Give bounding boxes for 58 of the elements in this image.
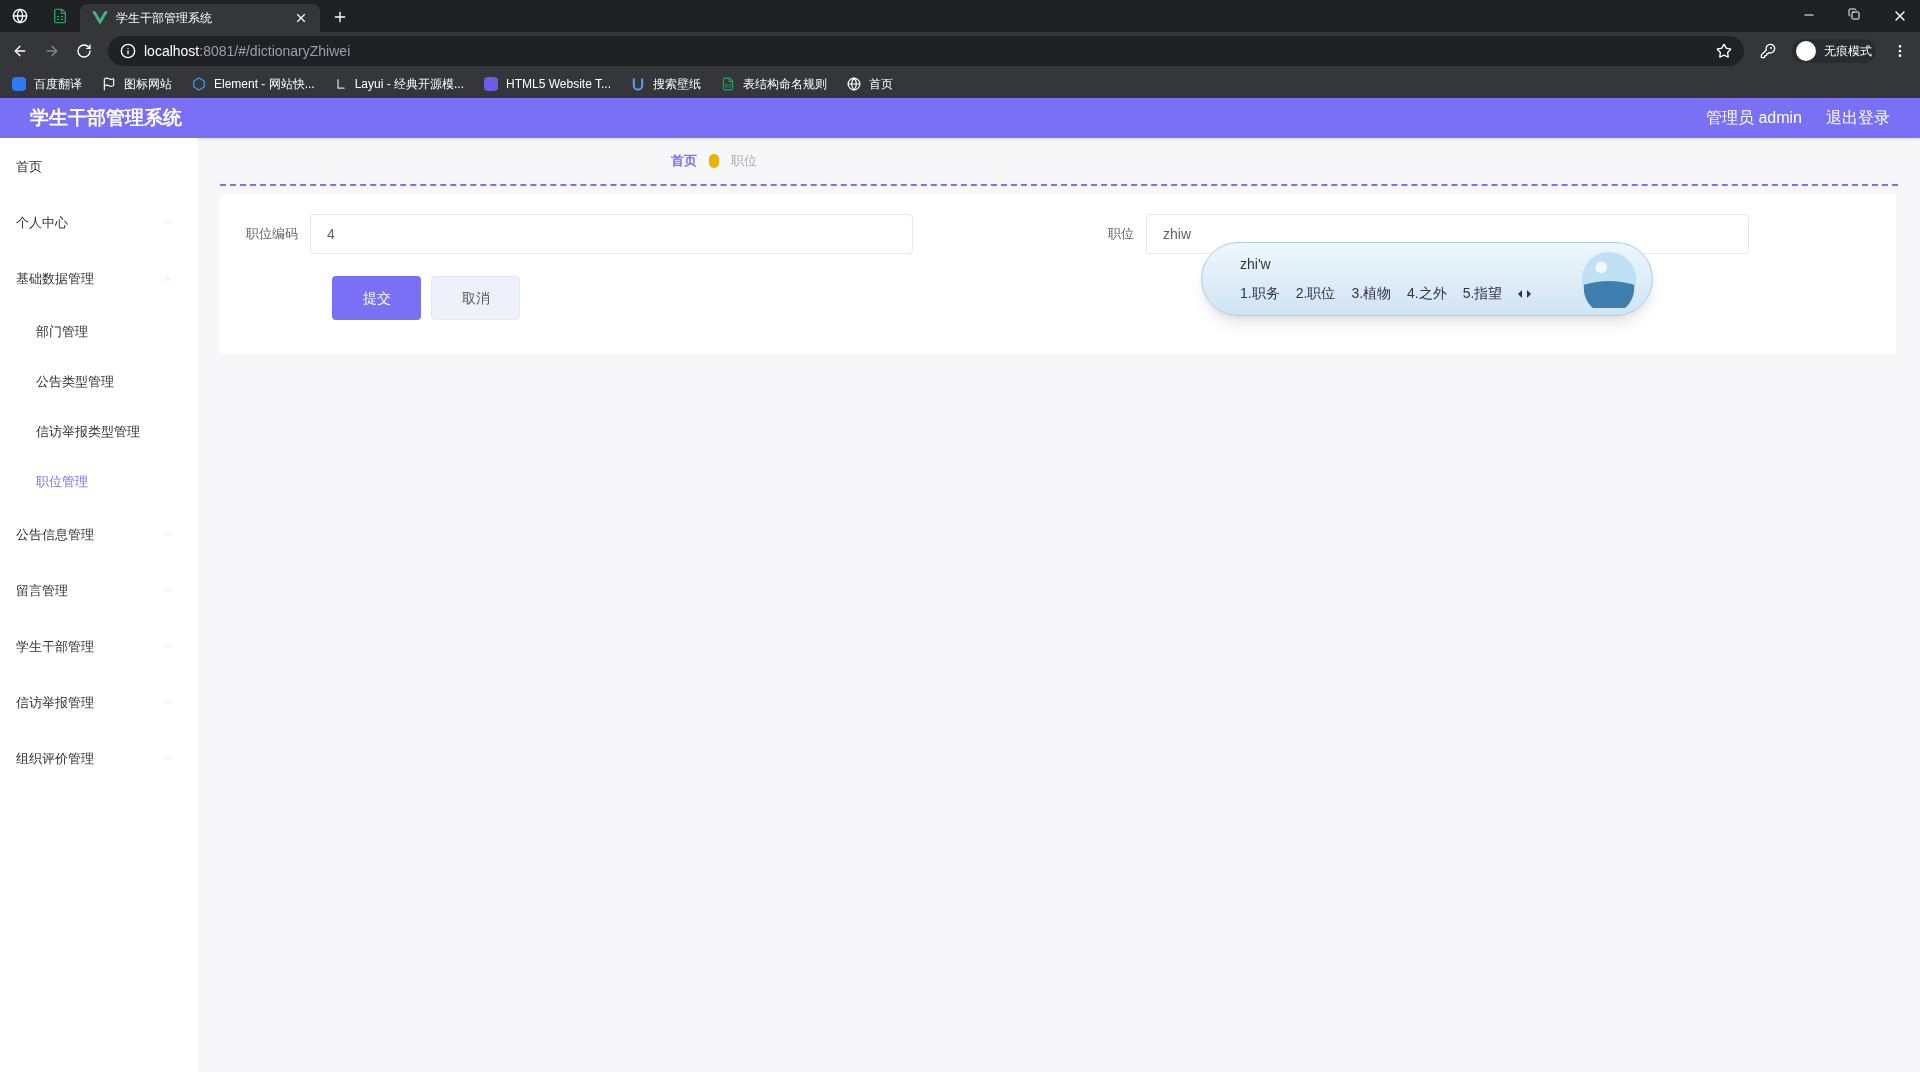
breadcrumb-item[interactable]: 首页 (671, 151, 697, 171)
flag-icon (102, 77, 116, 91)
bookmark[interactable]: Layui - 经典开源模... (334, 75, 465, 93)
sheet-icon (721, 77, 735, 91)
sheet-icon (52, 8, 68, 24)
u-shape-icon (631, 77, 645, 91)
submenu-item[interactable]: 信访举报类型管理 (0, 407, 198, 457)
restore-icon[interactable] (1848, 8, 1860, 20)
menu-item[interactable]: 个人中心 (0, 195, 198, 251)
app-title: 学生干部管理系统 (30, 105, 182, 130)
address-bar[interactable]: localhost:8081/#/dictionaryZhiwei (108, 36, 1744, 66)
bookmark[interactable]: 首页 (847, 75, 893, 93)
menu-item[interactable]: 组织评价管理 (0, 731, 198, 787)
submenu-item[interactable]: 部门管理 (0, 307, 198, 357)
menu-item[interactable]: 留言管理 (0, 563, 198, 619)
submenu-item[interactable]: 职位管理 (0, 457, 198, 507)
menu-item[interactable]: 公告信息管理 (0, 507, 198, 563)
hexagon-icon (192, 77, 206, 91)
text-field[interactable]: 4 (310, 214, 913, 254)
new-tab-icon[interactable] (332, 9, 348, 25)
menu-item[interactable]: 信访举报管理 (0, 675, 198, 731)
bookmark[interactable]: 百度翻译 (12, 75, 82, 93)
url-text: localhost:8081/#/dictionaryZhiwei (144, 41, 352, 61)
profile-chip[interactable]: 无痕模式 (1792, 39, 1876, 63)
ime-candidate[interactable]: 3.植物 (1351, 283, 1392, 304)
back-icon[interactable] (12, 43, 28, 59)
bookmark[interactable]: Element - 网站快... (192, 75, 315, 93)
ime-candidate[interactable]: 4.之外 (1407, 283, 1447, 304)
globe-icon (847, 77, 861, 91)
forward-icon[interactable] (44, 43, 60, 59)
reload-icon[interactable] (76, 43, 92, 59)
submit-button[interactable]: 提交 (332, 276, 421, 320)
star-icon[interactable] (1716, 43, 1732, 59)
menu-item[interactable]: 首页 (0, 139, 198, 195)
logout-link[interactable]: 退出登录 (1826, 106, 1890, 130)
bookmark[interactable]: 搜索壁纸 (631, 75, 701, 93)
tab-title: 学生干部管理系统 (116, 10, 213, 27)
ime-candidate[interactable]: 2.职位 (1295, 283, 1336, 304)
menu-item[interactable]: 学生干部管理 (0, 619, 198, 675)
globe-icon (12, 8, 28, 24)
field-label: 职位 (1107, 225, 1135, 244)
ime-candidate[interactable]: 5.指望 (1462, 283, 1503, 304)
cancel-button[interactable]: 取消 (431, 276, 520, 320)
field-label: 职位编码 (245, 225, 299, 244)
ime-composition: zhi'w (1240, 255, 1272, 274)
close-icon[interactable] (294, 11, 308, 25)
browser-tab[interactable]: 学生干部管理系统 (80, 4, 320, 32)
page-arrows-icon[interactable] (1518, 288, 1533, 299)
info-icon (120, 43, 136, 59)
v-logo-icon (92, 11, 108, 25)
ime-candidate[interactable]: 1.职务 (1240, 283, 1280, 304)
key-icon[interactable] (1760, 43, 1776, 59)
bookmark[interactable]: 图标网站 (102, 75, 172, 93)
user-label: 管理员 admin (1705, 108, 1802, 128)
submenu-item[interactable]: 公告类型管理 (0, 357, 198, 407)
bookmark[interactable]: 表结构命名规则 (721, 75, 827, 93)
bookmark[interactable]: HTML5 Website T... (484, 75, 611, 93)
menu-item[interactable]: 基础数据管理 (0, 251, 198, 307)
